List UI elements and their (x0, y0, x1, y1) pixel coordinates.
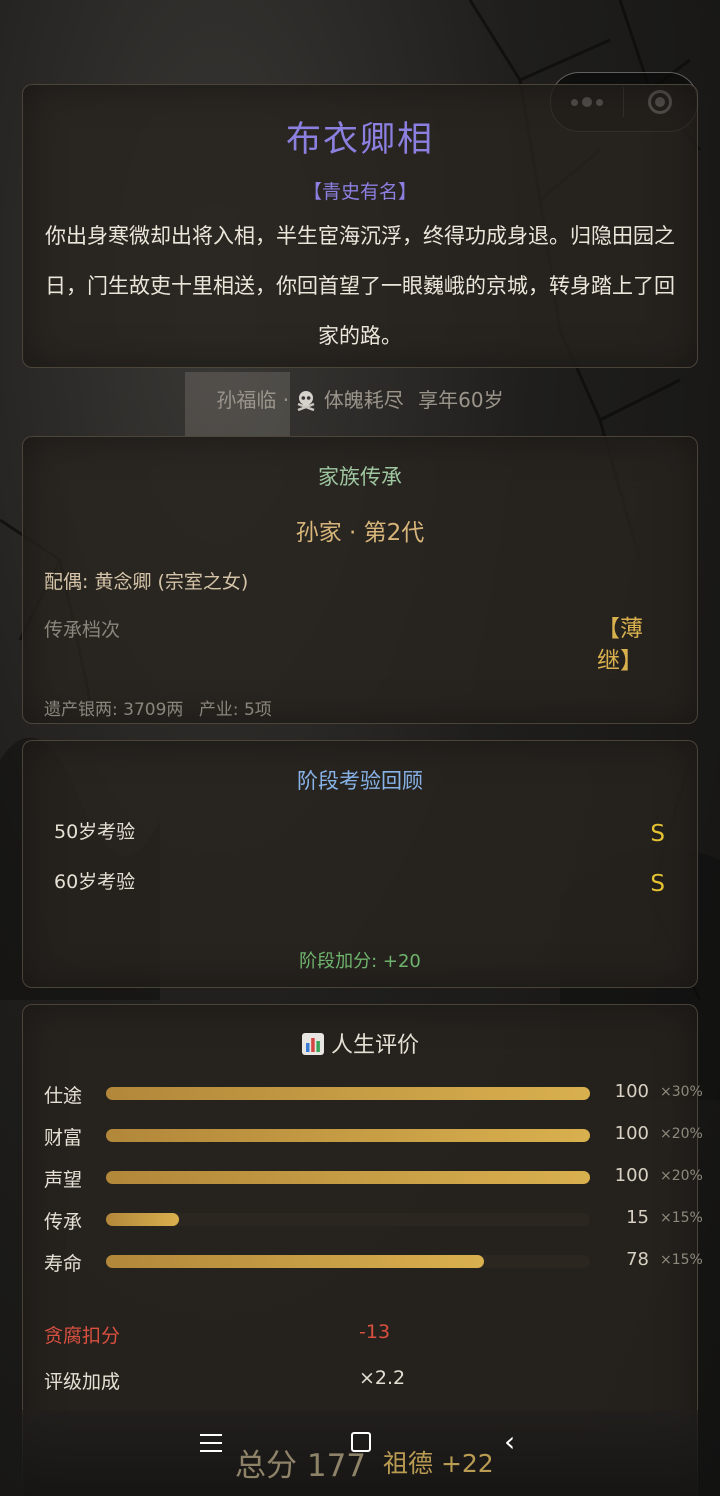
metric-bar-track (106, 1087, 590, 1100)
metric-value: 100 (614, 1123, 649, 1144)
metric-weight: ×15% (660, 1252, 703, 1268)
exam-row: 50岁考验 S (54, 817, 665, 847)
metric-bar-fill (106, 1213, 179, 1226)
character-name: 孙福临 (216, 388, 277, 412)
metric-weight: ×15% (660, 1210, 703, 1226)
metric-weight: ×20% (660, 1126, 703, 1142)
separator-dot: · (282, 388, 290, 412)
ending-tag: 【青史有名】 (302, 181, 417, 203)
metric-bar-track (106, 1171, 590, 1184)
exam-row: 60岁考验 S (54, 867, 665, 897)
bar-chart-icon (301, 1033, 324, 1055)
metric-bar-fill (106, 1171, 590, 1184)
metric-row: 仕途 100 ×30% (44, 1079, 703, 1109)
menu-icon[interactable] (200, 1434, 222, 1454)
metric-weight: ×30% (660, 1084, 703, 1100)
estate-info: 遗产银两: 3709两 产业: 5项 (44, 695, 282, 720)
score-footer: 总分 177 祖德 +22 ‹ (22, 1410, 698, 1496)
metric-bar-fill (106, 1087, 590, 1100)
exam-grade: S (650, 821, 665, 847)
metric-value: 100 (614, 1081, 649, 1102)
metric-value: 78 (626, 1249, 649, 1270)
metric-row: 财富 100 ×20% (44, 1121, 703, 1151)
metric-bar-fill (106, 1129, 590, 1142)
total-score: 总分 177 (235, 1448, 367, 1484)
home-square-icon[interactable] (351, 1432, 371, 1452)
family-heading: 家族传承 (318, 465, 402, 489)
metric-bar-track (106, 1255, 590, 1268)
metric-weight: ×20% (660, 1168, 703, 1184)
exam-label: 50岁考验 (54, 821, 136, 843)
evaluation-heading-row: 人生评价 (23, 1027, 697, 1059)
metric-name: 传承 (44, 1211, 83, 1233)
metric-name: 声望 (44, 1169, 83, 1191)
ending-description: 你出身寒微却出将入相，半生宦海沉浮，终得功成身退。归隐田园之日，门生故吏十里相送… (45, 224, 675, 348)
rating-bonus-value: ×2.2 (359, 1367, 406, 1389)
evaluation-heading: 人生评价 (330, 1033, 419, 1058)
spouse-info: 配偶: 黄念卿 (宗室之女) (44, 571, 249, 593)
ancestral-virtue: 祖德 +22 (383, 1449, 494, 1478)
inheritance-tier-label: 传承档次 (44, 619, 121, 641)
metric-bar-track (106, 1213, 590, 1226)
corruption-label: 贪腐扣分 (44, 1325, 121, 1347)
ending-card: 布衣卿相 【青史有名】 你出身寒微却出将入相，半生宦海沉浮，终得功成身退。归隐田… (22, 84, 698, 368)
metric-bar-fill (106, 1255, 484, 1268)
death-cause: 体魄耗尽 (323, 388, 404, 412)
back-chevron-icon[interactable]: ‹ (504, 1428, 515, 1456)
skull-crossbones-icon (298, 391, 315, 412)
estate-silver: 遗产银两: 3709两 (44, 700, 184, 720)
family-name: 孙家 · 第2代 (295, 520, 425, 546)
exam-heading: 阶段考验回顾 (297, 769, 423, 793)
exam-review-card: 阶段考验回顾 50岁考验 S 60岁考验 S 阶段加分: +20 (22, 740, 698, 988)
inheritance-tier-value: 【薄继】 (597, 616, 643, 674)
age-at-death: 享年60岁 (418, 388, 504, 412)
metric-bar-track (106, 1129, 590, 1142)
estate-property: 产业: 5项 (198, 700, 272, 720)
exam-grade: S (650, 871, 665, 897)
metric-row: 传承 15 ×15% (44, 1205, 703, 1235)
metric-name: 仕途 (44, 1085, 83, 1107)
metric-row: 声望 100 ×20% (44, 1163, 703, 1193)
metric-value: 15 (626, 1207, 649, 1228)
exam-bonus: 阶段加分: +20 (299, 951, 421, 972)
corruption-value: -13 (359, 1321, 391, 1343)
metric-name: 寿命 (44, 1253, 83, 1275)
metric-name: 财富 (44, 1127, 83, 1149)
ending-title: 布衣卿相 (285, 120, 434, 160)
exam-label: 60岁考验 (54, 871, 136, 893)
metric-row: 寿命 78 ×15% (44, 1247, 703, 1277)
metric-value: 100 (614, 1165, 649, 1186)
death-info: 孙福临 · 体魄耗尽 享年60岁 (0, 384, 720, 413)
family-card: 家族传承 孙家 · 第2代 配偶: 黄念卿 (宗室之女) 传承档次 【薄继】 遗… (22, 436, 698, 724)
rating-bonus-label: 评级加成 (44, 1371, 121, 1393)
